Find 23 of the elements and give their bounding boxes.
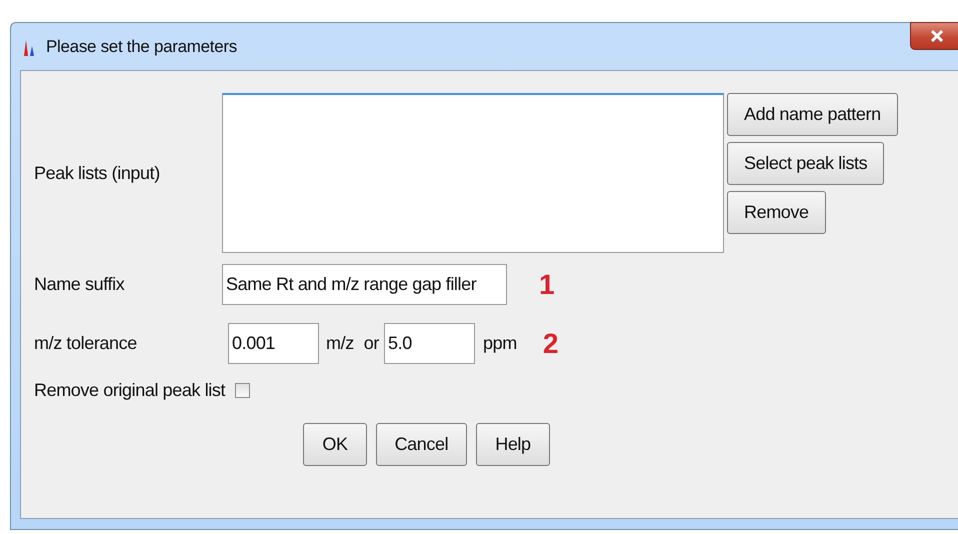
close-button[interactable] (910, 22, 958, 50)
button[interactable]: Cancel (376, 423, 468, 466)
joiner-label: or (364, 333, 380, 354)
close-icon (930, 30, 944, 42)
field-label: Name suffix (34, 274, 126, 295)
window-title: Please set the parameters (46, 36, 237, 56)
button[interactable]: Select peak lists (727, 142, 884, 185)
input-field[interactable]: Same Rt and m/z range gap filler (222, 264, 507, 305)
input-field[interactable]: 5.0 (384, 323, 476, 364)
annotation-number: 1 (539, 268, 555, 300)
unit-label: ppm (483, 333, 517, 354)
field-label: Peak lists (input) (34, 162, 161, 184)
unit-label: m/z (326, 333, 354, 354)
annotation-number: 2 (542, 328, 558, 360)
button[interactable]: OK (303, 423, 367, 466)
input-field[interactable]: 0.001 (228, 323, 319, 364)
button[interactable]: Add name pattern (727, 93, 898, 136)
checkbox[interactable] (235, 383, 250, 398)
field-label: m/z tolerance (34, 333, 138, 354)
peak-list-box[interactable] (222, 93, 724, 253)
field-label: Remove original peak list (34, 380, 226, 401)
button[interactable]: Help (476, 423, 550, 466)
button[interactable]: Remove (727, 191, 826, 234)
